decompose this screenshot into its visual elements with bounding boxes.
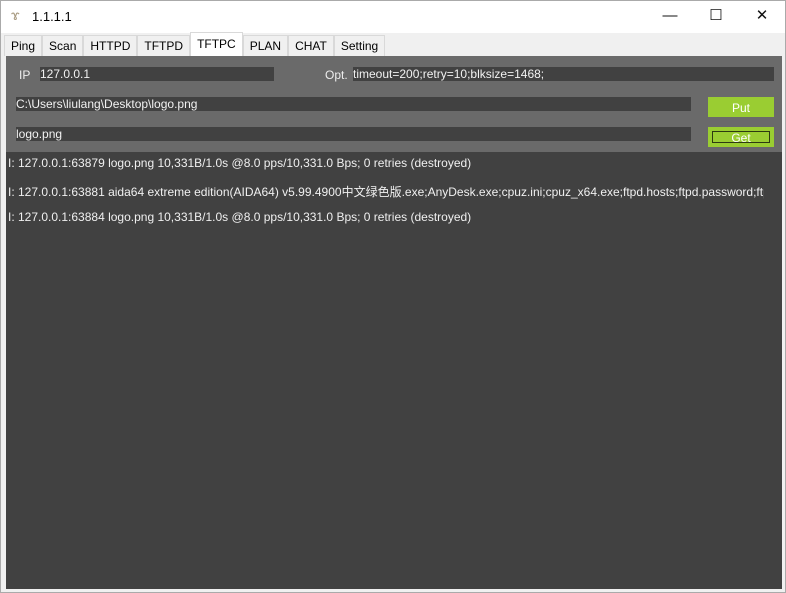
opt-label: Opt. xyxy=(325,68,348,82)
tab-tftpc[interactable]: TFTPC xyxy=(190,32,243,56)
tab-ping[interactable]: Ping xyxy=(4,35,43,56)
minimize-button[interactable]: — xyxy=(647,1,693,31)
maximize-button[interactable]: ☐ xyxy=(693,1,739,31)
tab-httpd[interactable]: HTTPD xyxy=(83,35,138,56)
log-line: I: 127.0.0.1:63881 aida64 extreme editio… xyxy=(8,185,764,199)
tab-bar: Ping Scan HTTPD TFTPD TFTPC PLAN CHAT Se… xyxy=(4,32,386,56)
get-button[interactable]: Get xyxy=(708,127,774,147)
tab-plan[interactable]: PLAN xyxy=(242,35,289,56)
tftpc-form: IP 127.0.0.1 Opt. timeout=200;retry=10;b… xyxy=(6,56,782,152)
log-line: I: 127.0.0.1:63879 logo.png 10,331B/1.0s… xyxy=(8,156,472,170)
options-input[interactable]: timeout=200;retry=10;blksize=1468; xyxy=(353,67,774,81)
rabbit-app-icon: ɤ xyxy=(11,7,20,23)
put-button[interactable]: Put xyxy=(708,97,774,117)
tab-tftpd[interactable]: TFTPD xyxy=(137,35,191,56)
tab-scan[interactable]: Scan xyxy=(42,35,84,56)
transfer-log: I: 127.0.0.1:63879 logo.png 10,331B/1.0s… xyxy=(6,152,782,589)
remote-file-input[interactable]: logo.png xyxy=(16,127,691,141)
title-bar: ɤ 1.1.1.1 — ☐ ✕ xyxy=(1,1,785,33)
window-title: 1.1.1.1 xyxy=(32,9,72,24)
tab-chat[interactable]: CHAT xyxy=(288,35,334,56)
close-button[interactable]: ✕ xyxy=(739,1,785,31)
local-path-input[interactable]: C:\Users\liulang\Desktop\logo.png xyxy=(16,97,691,111)
ip-input[interactable]: 127.0.0.1 xyxy=(40,67,274,81)
log-line: I: 127.0.0.1:63884 logo.png 10,331B/1.0s… xyxy=(8,210,472,224)
tab-setting[interactable]: Setting xyxy=(333,35,386,56)
ip-label: IP xyxy=(19,68,31,82)
